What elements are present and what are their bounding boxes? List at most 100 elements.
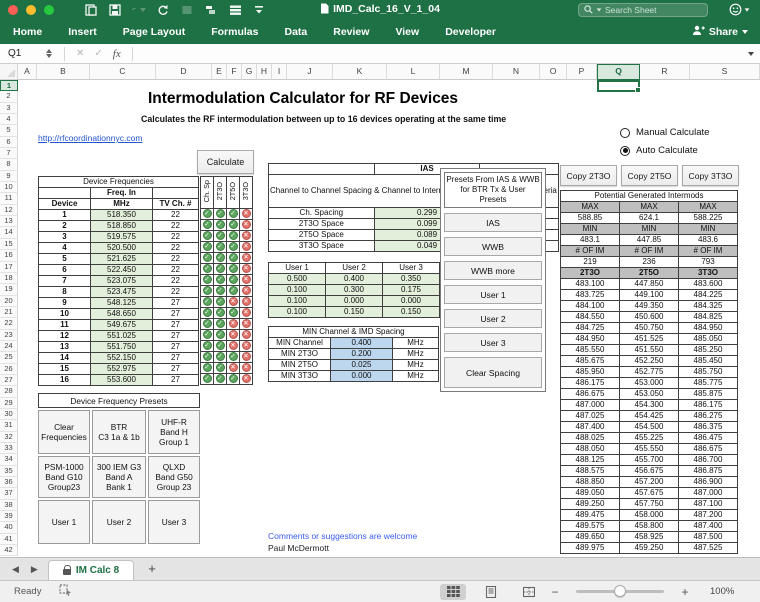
row-header-21[interactable]: 21 (0, 307, 18, 318)
add-sheet-button[interactable]: + (148, 561, 156, 576)
zoom-slider-thumb[interactable] (614, 585, 626, 597)
row-header-3[interactable]: 3 (0, 103, 18, 114)
row-header-4[interactable]: 4 (0, 114, 18, 125)
device-frequency-cell[interactable]: 523.475 (91, 287, 153, 298)
row-header-7[interactable]: 7 (0, 148, 18, 159)
preset-button-clear-spacing[interactable]: Clear Spacing (444, 357, 542, 388)
undo-icon[interactable] (132, 3, 146, 17)
close-window-button[interactable] (8, 5, 18, 15)
confirm-entry-icon[interactable]: ✓ (94, 48, 102, 59)
insert-function-icon[interactable]: fx (113, 48, 121, 60)
freq-preset-button-uhf-r[interactable]: UHF-R Band H Group 1 (148, 410, 200, 454)
row-header-6[interactable]: 6 (0, 137, 18, 148)
active-cell-cursor[interactable] (597, 80, 640, 92)
column-header-C[interactable]: C (90, 64, 156, 80)
ribbon-tab-developer[interactable]: Developer (432, 20, 509, 44)
format-painter-icon[interactable] (180, 3, 194, 17)
sheet-tab-active[interactable]: IM Calc 8 (48, 560, 134, 580)
row-header-10[interactable]: 10 (0, 182, 18, 193)
user-value-cell[interactable]: 0.100 (269, 296, 326, 307)
device-frequency-cell[interactable]: 551.750 (91, 342, 153, 353)
freq-preset-button-qlxd[interactable]: QLXD Band G50 Group 23 (148, 456, 200, 498)
min-value-cell[interactable]: 0.200 (331, 349, 393, 360)
formula-bar-expand-icon[interactable] (748, 52, 754, 56)
row-header-12[interactable]: 12 (0, 205, 18, 216)
user-value-cell[interactable]: 0.500 (269, 274, 326, 285)
calculate-button[interactable]: Calculate (197, 150, 254, 174)
column-header-A[interactable]: A (18, 64, 37, 80)
save-icon[interactable] (108, 3, 122, 17)
device-frequency-cell[interactable]: 520.500 (91, 243, 153, 254)
column-header-S[interactable]: S (690, 64, 760, 80)
preset-button-user-2[interactable]: User 2 (444, 309, 542, 328)
share-button[interactable]: Share (692, 25, 748, 39)
freq-preset-button-user-3[interactable]: User 3 (148, 500, 200, 544)
user-value-cell[interactable]: 0.350 (383, 274, 440, 285)
column-header-E[interactable]: E (212, 64, 227, 80)
device-frequency-cell[interactable]: 552.975 (91, 364, 153, 375)
column-header-L[interactable]: L (387, 64, 440, 80)
column-header-I[interactable]: I (272, 64, 287, 80)
new-workbook-icon[interactable] (84, 3, 98, 17)
column-header-O[interactable]: O (540, 64, 567, 80)
name-box-stepper[interactable] (46, 49, 52, 58)
device-frequency-cell[interactable]: 548.650 (91, 309, 153, 320)
row-header-8[interactable]: 8 (0, 159, 18, 170)
zoom-window-button[interactable] (44, 5, 54, 15)
row-header-40[interactable]: 40 (0, 522, 18, 533)
row-header-9[interactable]: 9 (0, 171, 18, 182)
device-frequency-cell[interactable]: 553.600 (91, 375, 153, 386)
user-value-cell[interactable]: 0.400 (326, 274, 383, 285)
row-header-38[interactable]: 38 (0, 500, 18, 511)
page-break-view-button[interactable] (516, 584, 542, 600)
website-link[interactable]: http://rfcoordinationnyc.com (38, 133, 142, 143)
device-frequency-cell[interactable]: 518.350 (91, 210, 153, 221)
user-value-cell[interactable]: 0.000 (326, 296, 383, 307)
preset-button-user-1[interactable]: User 1 (444, 285, 542, 304)
device-frequency-cell[interactable]: 519.575 (91, 232, 153, 243)
user-value-cell[interactable]: 0.100 (269, 307, 326, 318)
freq-preset-button-btr[interactable]: BTR C3 1a & 1b (92, 410, 146, 454)
next-sheet-icon[interactable]: ▶ (31, 564, 38, 575)
row-header-2[interactable]: 2 (0, 91, 18, 102)
min-value-cell[interactable]: 0.025 (331, 360, 393, 371)
preset-button-wwb-more[interactable]: WWB more (444, 261, 542, 280)
ribbon-tab-home[interactable]: Home (0, 20, 55, 44)
row-header-13[interactable]: 13 (0, 216, 18, 227)
device-frequency-cell[interactable]: 521.625 (91, 254, 153, 265)
device-frequency-cell[interactable]: 518.850 (91, 221, 153, 232)
row-header-16[interactable]: 16 (0, 250, 18, 261)
row-header-22[interactable]: 22 (0, 318, 18, 329)
zoom-in-button[interactable]: + (678, 585, 692, 599)
row-header-35[interactable]: 35 (0, 466, 18, 477)
row-header-26[interactable]: 26 (0, 364, 18, 375)
device-frequency-cell[interactable]: 549.675 (91, 320, 153, 331)
user-value-cell[interactable]: 0.300 (326, 285, 383, 296)
row-header-11[interactable]: 11 (0, 193, 18, 204)
row-header-29[interactable]: 29 (0, 398, 18, 409)
comments-link[interactable]: Comments or suggestions are welcome (268, 531, 417, 541)
ribbon-tab-review[interactable]: Review (320, 20, 382, 44)
row-header-19[interactable]: 19 (0, 284, 18, 295)
user-value-cell[interactable]: 0.100 (269, 285, 326, 296)
preset-button-user-3[interactable]: User 3 (444, 333, 542, 352)
column-header-D[interactable]: D (156, 64, 212, 80)
row-header-27[interactable]: 27 (0, 375, 18, 386)
row-header-24[interactable]: 24 (0, 341, 18, 352)
search-sheet-input[interactable]: Search Sheet (578, 3, 708, 17)
column-header-M[interactable]: M (440, 64, 493, 80)
ribbon-tab-page-layout[interactable]: Page Layout (110, 20, 198, 44)
row-header-23[interactable]: 23 (0, 330, 18, 341)
row-header-25[interactable]: 25 (0, 352, 18, 363)
freq-preset-button-clear[interactable]: Clear Frequencies (38, 410, 90, 454)
row-header-41[interactable]: 41 (0, 534, 18, 545)
sort-filter-icon[interactable] (204, 3, 218, 17)
freq-preset-button-psm-1000[interactable]: PSM-1000 Band G10 Group23 (38, 456, 90, 498)
normal-view-button[interactable] (440, 584, 466, 600)
row-header-14[interactable]: 14 (0, 227, 18, 238)
freq-preset-button-300-iem-g3[interactable]: 300 IEM G3 Band A Bank 1 (92, 456, 146, 498)
zoom-percent-label[interactable]: 100% (710, 586, 734, 597)
min-value-cell[interactable]: 0.400 (331, 338, 393, 349)
freq-preset-button-user-2[interactable]: User 2 (92, 500, 146, 544)
copy-button-2t5o[interactable]: Copy 2T5O (621, 165, 678, 186)
